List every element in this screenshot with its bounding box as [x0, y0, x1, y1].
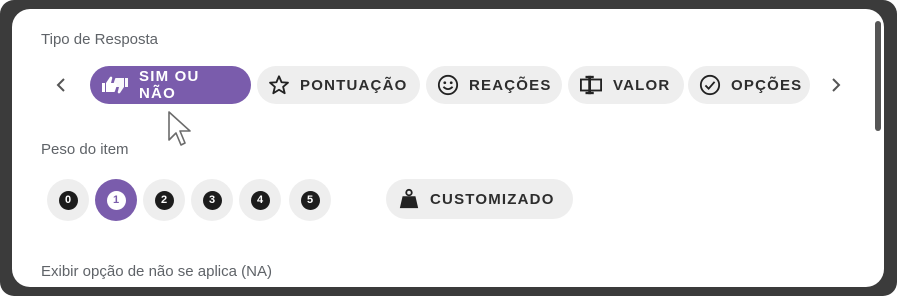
option-chip-value[interactable]: VALOR	[568, 66, 684, 104]
option-label: VALOR	[613, 76, 671, 94]
scroll-left-button[interactable]	[51, 75, 71, 95]
weight-option-2[interactable]: 2	[143, 179, 185, 221]
mouse-cursor-icon	[168, 111, 191, 146]
chevron-left-icon	[56, 78, 65, 92]
weight-number: 4	[250, 190, 270, 210]
option-label: REAÇÕES	[469, 76, 552, 94]
weight-option-1[interactable]: 1	[95, 179, 137, 221]
na-option-label: Exibir opção de não se aplica (NA)	[41, 263, 272, 280]
option-label: PONTUAÇÃO	[300, 76, 408, 94]
weight-number: 0	[58, 190, 78, 210]
option-chip-score[interactable]: PONTUAÇÃO	[257, 66, 420, 104]
weight-option-3[interactable]: 3	[191, 179, 233, 221]
custom-weight-label: CUSTOMIZADO	[430, 190, 555, 208]
weight-option-5[interactable]: 5	[289, 179, 331, 221]
star-icon	[269, 75, 289, 95]
option-chip-reactions[interactable]: REAÇÕES	[426, 66, 562, 104]
weight-number: 2	[154, 190, 174, 210]
smiley-icon	[437, 74, 459, 96]
weight-option-4[interactable]: 4	[239, 179, 281, 221]
item-weight-label: Peso do item	[41, 141, 129, 158]
chevron-right-icon	[832, 78, 841, 92]
check-circle-icon	[699, 74, 721, 96]
scroll-right-button[interactable]	[826, 75, 846, 95]
response-type-label: Tipo de Resposta	[41, 31, 159, 48]
option-chip-options[interactable]: OPÇÕES	[688, 66, 810, 104]
text-field-icon	[580, 75, 602, 95]
thumbs-up-down-icon	[102, 76, 128, 94]
scrollbar[interactable]	[875, 21, 881, 131]
option-label: SIM OU NÃO	[139, 68, 200, 102]
window-frame: Tipo de Resposta SIM OU NÃO PONTUAÇÃO RE…	[0, 0, 897, 296]
option-label: OPÇÕES	[731, 76, 803, 94]
weight-number: 1	[106, 190, 126, 210]
custom-weight-button[interactable]: CUSTOMIZADO	[386, 179, 573, 219]
weight-number: 3	[202, 190, 222, 210]
settings-panel: Tipo de Resposta SIM OU NÃO PONTUAÇÃO RE…	[12, 9, 884, 287]
weight-option-0[interactable]: 0	[47, 179, 89, 221]
weight-icon	[399, 188, 419, 209]
weight-number: 5	[300, 190, 320, 210]
option-chip-yes-no[interactable]: SIM OU NÃO	[90, 66, 251, 104]
